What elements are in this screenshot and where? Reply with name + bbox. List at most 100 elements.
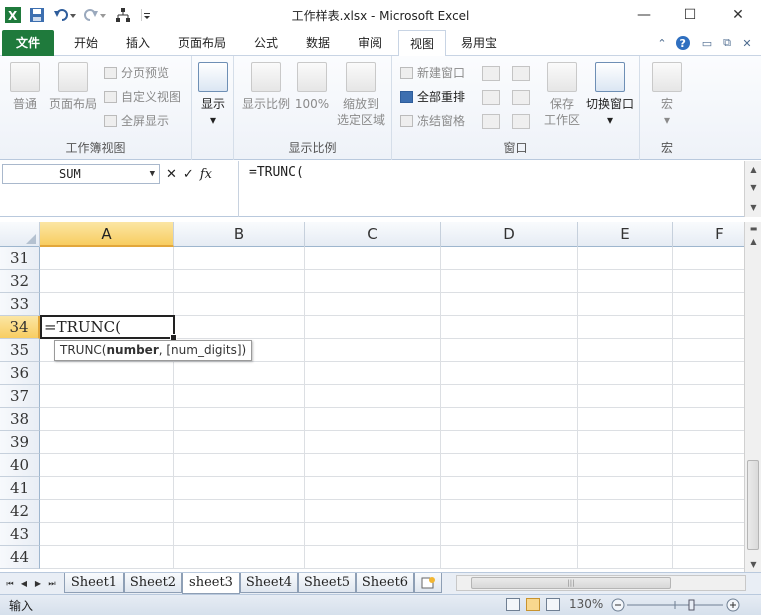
grid-cell[interactable] (40, 270, 174, 293)
tab-review[interactable]: 审阅 (348, 30, 392, 56)
tab-page-layout[interactable]: 页面布局 (170, 30, 234, 56)
row-header[interactable]: 44 (0, 546, 40, 569)
tab-insert[interactable]: 插入 (116, 30, 160, 56)
grid-cell[interactable] (578, 454, 673, 477)
grid-cell[interactable] (673, 316, 744, 339)
grid-cell[interactable] (673, 339, 744, 362)
grid-cell[interactable] (305, 454, 441, 477)
scroll-down-icon[interactable]: ▼ (745, 181, 761, 195)
grid-cell[interactable] (673, 431, 744, 454)
row-header[interactable]: 35 (0, 339, 40, 362)
sheet-tab-sheet5[interactable]: Sheet5 (298, 573, 356, 593)
row-header[interactable]: 34 (0, 316, 40, 339)
grid-cell[interactable] (673, 385, 744, 408)
tab-file[interactable]: 文件 (2, 30, 54, 56)
sheet-tab-sheet2[interactable]: Sheet2 (124, 573, 182, 593)
grid-cell[interactable] (578, 477, 673, 500)
grid-cell[interactable] (305, 500, 441, 523)
grid-cell[interactable] (174, 431, 305, 454)
grid-cell[interactable] (673, 362, 744, 385)
macros-button[interactable]: 宏 ▾ (648, 62, 686, 128)
collapse-ribbon-icon[interactable]: ⌃ (654, 35, 670, 51)
arrange-all-button[interactable]: 全部重排 (400, 88, 465, 106)
minimize-button[interactable]: — (621, 0, 667, 30)
grid-cell[interactable] (174, 546, 305, 569)
grid-cell[interactable] (578, 339, 673, 362)
grid-cell[interactable] (673, 477, 744, 500)
grid-cell[interactable] (441, 362, 578, 385)
grid-cell[interactable] (578, 316, 673, 339)
grid-cell[interactable] (673, 247, 744, 270)
insert-sheet-icon[interactable] (414, 573, 442, 593)
function-tooltip[interactable]: TRUNC(number, [num_digits]) (54, 340, 253, 361)
grid-cell[interactable] (673, 293, 744, 316)
grid-cell[interactable] (578, 293, 673, 316)
zoom-level[interactable]: 130% (569, 597, 603, 611)
row-header[interactable]: 40 (0, 454, 40, 477)
grid-cell[interactable] (441, 477, 578, 500)
vertical-scrollbar[interactable]: ▬ ▲ ▼ (744, 222, 761, 572)
grid-cell[interactable] (40, 523, 174, 546)
grid-cell[interactable] (578, 247, 673, 270)
tab-view[interactable]: 视图 (398, 30, 446, 57)
grid-cell[interactable] (578, 523, 673, 546)
grid-cell[interactable] (174, 293, 305, 316)
maximize-button[interactable]: ☐ (667, 0, 713, 30)
grid-cell[interactable] (578, 270, 673, 293)
row-header[interactable]: 41 (0, 477, 40, 500)
synchronous-scrolling-icon[interactable] (512, 90, 530, 105)
zoom-to-selection-button[interactable]: 缩放到 选定区域 (334, 62, 388, 128)
next-sheet-icon[interactable]: ▶ (32, 576, 44, 592)
zoom-100-button[interactable]: 100% (294, 62, 330, 112)
row-header[interactable]: 37 (0, 385, 40, 408)
row-header[interactable]: 36 (0, 362, 40, 385)
sheet-tab-sheet3[interactable]: sheet3 (182, 573, 240, 594)
grid-cell[interactable] (305, 546, 441, 569)
grid-cell[interactable] (174, 316, 305, 339)
zoom-slider[interactable] (611, 597, 741, 613)
grid-cell[interactable] (673, 500, 744, 523)
grid-cell[interactable] (673, 270, 744, 293)
workbook-restore-icon[interactable]: ⧉ (719, 35, 735, 51)
grid-cell[interactable] (673, 408, 744, 431)
grid-cell[interactable] (578, 546, 673, 569)
close-button[interactable]: ✕ (715, 0, 761, 30)
insert-function-icon[interactable]: fx (200, 167, 212, 182)
grid-cell[interactable] (40, 293, 174, 316)
grid-cell[interactable] (305, 385, 441, 408)
horizontal-scroll-thumb[interactable]: ||| (471, 577, 671, 589)
grid-cell[interactable] (578, 408, 673, 431)
column-header-d[interactable]: D (441, 222, 578, 247)
sheet-tab-sheet1[interactable]: Sheet1 (64, 573, 124, 593)
grid-cell[interactable] (174, 408, 305, 431)
grid-cell[interactable] (40, 454, 174, 477)
unhide-icon[interactable] (482, 114, 500, 129)
tab-easy-tools[interactable]: 易用宝 (452, 30, 506, 56)
enter-icon[interactable]: ✓ (183, 167, 194, 182)
row-header[interactable]: 42 (0, 500, 40, 523)
cancel-icon[interactable]: ✕ (166, 167, 177, 182)
grid-cell[interactable] (578, 500, 673, 523)
scroll-down-icon[interactable]: ▼ (745, 558, 761, 572)
row-header[interactable]: 31 (0, 247, 40, 270)
new-window-button[interactable]: 新建窗口 (400, 64, 465, 82)
split-icon[interactable] (482, 66, 500, 81)
tab-home[interactable]: 开始 (64, 30, 108, 56)
grid-cell[interactable] (441, 293, 578, 316)
normal-view-button[interactable]: 普通 (6, 62, 44, 112)
grid-cell[interactable] (305, 408, 441, 431)
name-box[interactable]: SUM ▼ (2, 164, 160, 184)
first-sheet-icon[interactable]: ⏮ (4, 576, 16, 592)
column-header-c[interactable]: C (305, 222, 441, 247)
grid-cell[interactable] (40, 431, 174, 454)
view-side-by-side-icon[interactable] (512, 66, 530, 81)
grid-cell[interactable] (40, 247, 174, 270)
vertical-scroll-thumb[interactable] (747, 460, 759, 550)
active-cell-a34[interactable]: =TRUNC( (40, 315, 177, 341)
tab-data[interactable]: 数据 (296, 30, 340, 56)
column-header-a[interactable]: A (40, 222, 174, 247)
grid-cell[interactable] (40, 385, 174, 408)
worksheet-grid[interactable]: A B C D E F 31 32 33 34 35 36 37 38 39 40 41 42 43 44… (0, 222, 744, 572)
hide-icon[interactable] (482, 90, 500, 105)
column-header-b[interactable]: B (174, 222, 305, 247)
